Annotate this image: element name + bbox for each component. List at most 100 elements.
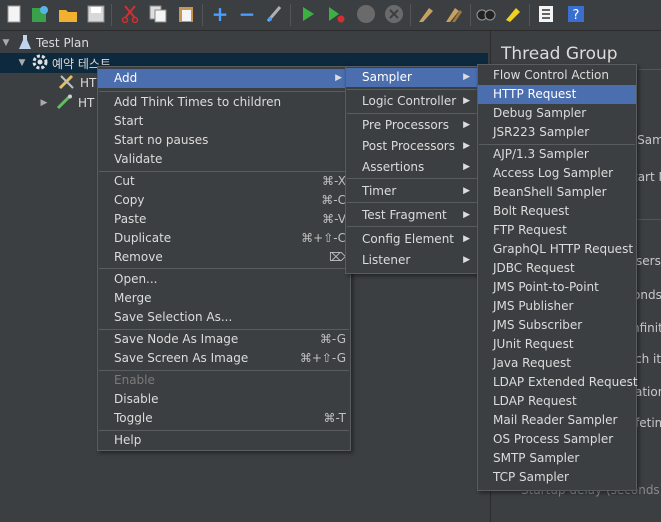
menu-item-debug-sampler[interactable]: Debug Sampler bbox=[478, 104, 636, 123]
pipette-icon bbox=[56, 94, 74, 113]
menu-item-ldap-extended-request[interactable]: LDAP Extended Request bbox=[478, 373, 638, 392]
menu-item-save-node-image[interactable]: Save Node As Image ⌘-G bbox=[98, 330, 350, 349]
menu-separator bbox=[99, 91, 349, 92]
start-icon[interactable] bbox=[298, 4, 318, 24]
menu-item-jms-point-to-point[interactable]: JMS Point-to-Point bbox=[478, 278, 636, 297]
reset-search-icon[interactable] bbox=[503, 4, 523, 24]
test-plan-icon bbox=[18, 34, 32, 53]
menu-item-label: TCP Sampler bbox=[493, 470, 569, 484]
paste-icon[interactable] bbox=[176, 4, 196, 24]
menu-item-label: Start no pauses bbox=[114, 133, 209, 147]
gear-icon bbox=[32, 54, 48, 73]
menu-item-os-process-sampler[interactable]: OS Process Sampler bbox=[478, 430, 636, 449]
menu-item-mail-reader-sampler[interactable]: Mail Reader Sampler bbox=[478, 411, 636, 430]
menu-item-jdbc-request[interactable]: JDBC Request bbox=[478, 259, 636, 278]
menu-item-help[interactable]: Help bbox=[98, 431, 350, 450]
menu-item-save-screen-image[interactable]: Save Screen As Image ⌘+⇧-G bbox=[98, 349, 350, 368]
menu-item-label: Add bbox=[114, 71, 138, 85]
menu-item-add-think-times[interactable]: Add Think Times to children bbox=[98, 93, 350, 112]
menu-item-start[interactable]: Start bbox=[98, 112, 350, 131]
menu-item-sampler[interactable]: Sampler ▶ bbox=[346, 68, 478, 87]
menu-item-add[interactable]: Add ▶ bbox=[98, 69, 350, 88]
menu-item-label: JMS Publisher bbox=[493, 299, 574, 313]
expand-icon[interactable]: + bbox=[210, 2, 230, 26]
menu-item-remove[interactable]: Remove ⌦ bbox=[98, 248, 350, 267]
menu-item-jms-publisher[interactable]: JMS Publisher bbox=[478, 297, 636, 316]
menu-item-label: Java Request bbox=[493, 356, 571, 370]
cut-icon[interactable] bbox=[120, 4, 140, 24]
menu-item-save-selection[interactable]: Save Selection As... bbox=[98, 308, 350, 327]
menu-item-ftp-request[interactable]: FTP Request bbox=[478, 221, 636, 240]
menu-item-start-no-pauses[interactable]: Start no pauses bbox=[98, 131, 350, 150]
menu-item-open[interactable]: Open... bbox=[98, 270, 350, 289]
menu-item-graphql-http-request[interactable]: GraphQL HTTP Request bbox=[478, 240, 636, 259]
collapsed-arrow-icon[interactable]: ▶ bbox=[38, 98, 50, 108]
tree-item-label: HT bbox=[80, 76, 97, 90]
menu-item-assertions[interactable]: Assertions ▶ bbox=[346, 158, 478, 177]
menu-item-beanshell-sampler[interactable]: BeanShell Sampler bbox=[478, 183, 636, 202]
search-icon[interactable] bbox=[476, 4, 496, 24]
menu-item-access-log-sampler[interactable]: Access Log Sampler bbox=[478, 164, 636, 183]
menu-item-junit-request[interactable]: JUnit Request bbox=[478, 335, 636, 354]
new-icon[interactable] bbox=[4, 4, 24, 24]
stop-icon[interactable] bbox=[354, 4, 378, 24]
menu-item-ajp-1-3-sampler[interactable]: AJP/1.3 Sampler bbox=[478, 145, 636, 164]
save-icon[interactable] bbox=[86, 4, 106, 24]
menu-item-post-processors[interactable]: Post Processors ▶ bbox=[346, 137, 478, 156]
menu-item-tcp-sampler[interactable]: TCP Sampler bbox=[478, 468, 636, 487]
toolbar: + − ? bbox=[0, 0, 661, 31]
menu-separator bbox=[347, 89, 477, 90]
menu-item-timer[interactable]: Timer ▶ bbox=[346, 182, 478, 201]
clear-icon[interactable] bbox=[416, 4, 436, 24]
menu-item-copy[interactable]: Copy ⌘-C bbox=[98, 191, 350, 210]
shutdown-icon[interactable] bbox=[382, 4, 406, 24]
menu-item-ldap-request[interactable]: LDAP Request bbox=[478, 392, 636, 411]
collapse-icon[interactable]: − bbox=[237, 2, 257, 26]
expand-arrow-icon[interactable]: ▼ bbox=[16, 58, 28, 68]
menu-item-cut[interactable]: Cut ⌘-X bbox=[98, 172, 350, 191]
start-no-pauses-icon[interactable] bbox=[326, 4, 346, 24]
help-icon[interactable]: ? bbox=[566, 4, 586, 24]
menu-item-jsr223-sampler[interactable]: JSR223 Sampler bbox=[478, 123, 636, 142]
menu-item-test-fragment[interactable]: Test Fragment ▶ bbox=[346, 206, 478, 225]
menu-item-label: Copy bbox=[114, 193, 145, 207]
menu-item-validate[interactable]: Validate bbox=[98, 150, 350, 169]
shortcut-label: ⌘-X bbox=[322, 174, 346, 188]
expand-arrow-icon[interactable]: ▼ bbox=[0, 38, 12, 48]
submenu-arrow-icon: ▶ bbox=[463, 72, 470, 82]
menu-item-config-element[interactable]: Config Element ▶ bbox=[346, 230, 478, 249]
panel-text-fragment: tart N bbox=[633, 170, 661, 184]
menu-item-listener[interactable]: Listener ▶ bbox=[346, 251, 478, 270]
menu-item-duplicate[interactable]: Duplicate ⌘+⇧-C bbox=[98, 229, 350, 248]
menu-item-bolt-request[interactable]: Bolt Request bbox=[478, 202, 636, 221]
sampler-tools-icon bbox=[58, 74, 76, 93]
menu-item-paste[interactable]: Paste ⌘-V bbox=[98, 210, 350, 229]
menu-item-http-request[interactable]: HTTP Request bbox=[478, 85, 636, 104]
menu-item-label: Logic Controller bbox=[362, 94, 457, 108]
menu-item-label: Merge bbox=[114, 291, 152, 305]
menu-item-smtp-sampler[interactable]: SMTP Sampler bbox=[478, 449, 636, 468]
toggle-icon[interactable] bbox=[264, 4, 284, 24]
menu-item-flow-control-action[interactable]: Flow Control Action bbox=[478, 66, 636, 85]
function-helper-icon[interactable] bbox=[536, 4, 556, 24]
menu-item-merge[interactable]: Merge bbox=[98, 289, 350, 308]
templates-icon[interactable] bbox=[30, 4, 50, 24]
menu-item-toggle[interactable]: Toggle ⌘-T bbox=[98, 409, 350, 428]
menu-item-jms-subscriber[interactable]: JMS Subscriber bbox=[478, 316, 636, 335]
clear-all-icon[interactable] bbox=[444, 4, 464, 24]
menu-item-label: Bolt Request bbox=[493, 204, 570, 218]
open-icon[interactable] bbox=[58, 4, 78, 24]
menu-item-label: AJP/1.3 Sampler bbox=[493, 147, 589, 161]
menu-item-logic-controller[interactable]: Logic Controller ▶ bbox=[346, 92, 478, 111]
menu-separator bbox=[347, 178, 477, 179]
tree-row-test-plan[interactable]: ▼ Test Plan bbox=[0, 33, 488, 53]
menu-item-disable[interactable]: Disable bbox=[98, 390, 350, 409]
menu-item-label: Open... bbox=[114, 272, 158, 286]
menu-item-pre-processors[interactable]: Pre Processors ▶ bbox=[346, 116, 478, 135]
test-plan-label: Test Plan bbox=[36, 36, 89, 50]
menu-item-java-request[interactable]: Java Request bbox=[478, 354, 636, 373]
copy-icon[interactable] bbox=[148, 4, 168, 24]
menu-item-enable: Enable bbox=[98, 371, 350, 390]
menu-item-label: BeanShell Sampler bbox=[493, 185, 607, 199]
sampler-submenu: Flow Control Action HTTP Request Debug Sam… bbox=[477, 64, 638, 491]
